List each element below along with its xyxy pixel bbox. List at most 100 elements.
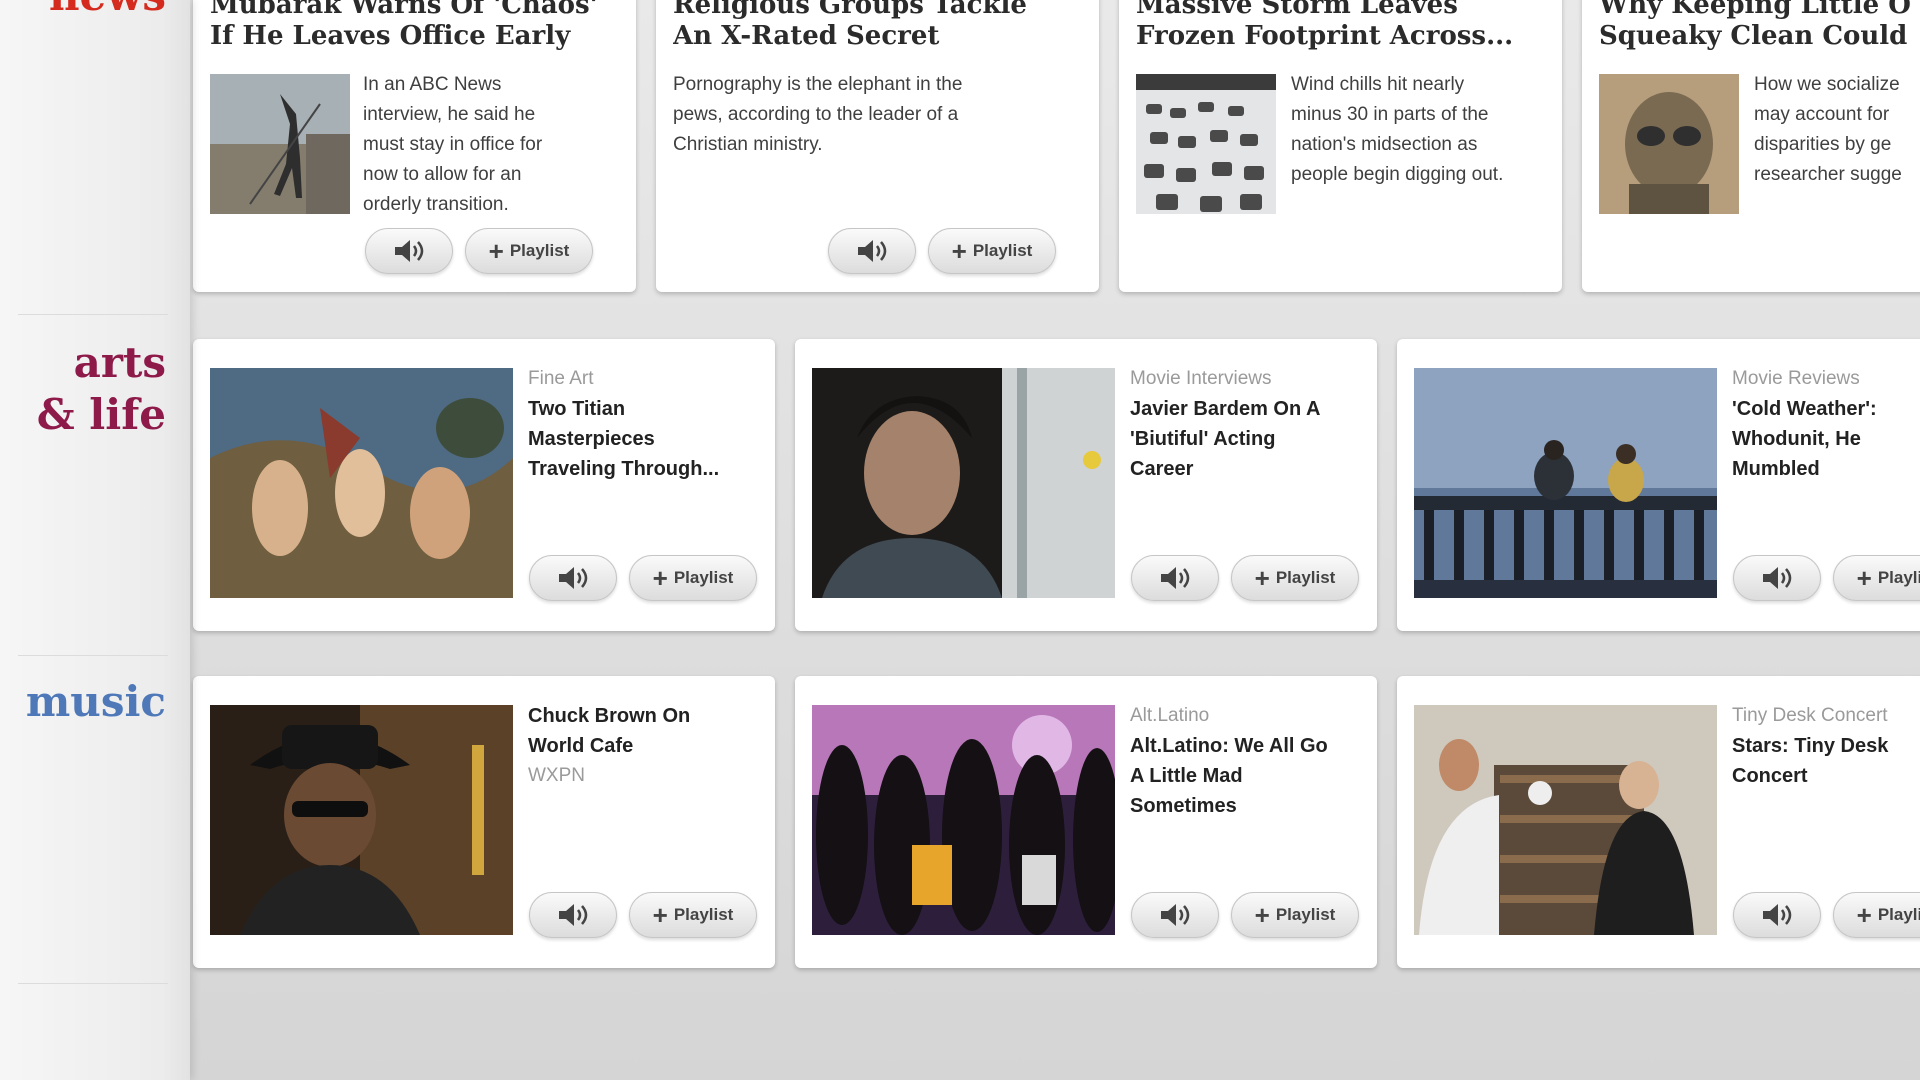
arts-story-card[interactable]: Movie Interviews Javier Bardem On A 'Biu…	[795, 339, 1377, 631]
teaser-line: now to allow for an	[363, 164, 522, 185]
section-link-arts-life[interactable]: arts & life	[37, 337, 166, 441]
story-category[interactable]: Alt.Latino	[1130, 701, 1369, 731]
playlist-label: Playlist	[509, 241, 570, 260]
story-title[interactable]: Alt.Latino: We All Go A Little Mad Somet…	[1130, 731, 1369, 821]
app-screen: news arts & life music Mubarak Warns Of …	[0, 0, 1920, 1080]
news-story-card[interactable]: Why Keeping Little O Squeaky Clean Could…	[1582, 0, 1920, 292]
add-to-playlist-button[interactable]: + Playlist	[465, 228, 593, 274]
teaser-line: researcher sugge	[1754, 164, 1902, 185]
title-line: Stars: Tiny Desk	[1732, 735, 1889, 757]
speaker-icon	[1161, 567, 1190, 589]
teaser-line: interview, he said he	[363, 104, 536, 125]
story-thumbnail[interactable]	[812, 705, 1115, 935]
playlist-label: Playlist	[673, 568, 734, 587]
news-story-card[interactable]: Massive Storm Leaves Frozen Footprint Ac…	[1119, 0, 1562, 292]
add-to-playlist-button[interactable]: + Playlist	[928, 228, 1056, 274]
add-to-playlist-button[interactable]: + Playlist	[1231, 892, 1359, 938]
speaker-icon	[858, 240, 887, 262]
story-category[interactable]: Tiny Desk Concert	[1732, 701, 1920, 731]
story-title[interactable]: Stars: Tiny Desk Concert	[1732, 731, 1920, 791]
plus-icon: +	[951, 236, 967, 266]
story-title[interactable]: Chuck Brown On World Cafe	[528, 701, 767, 761]
story-category[interactable]: Movie Reviews	[1732, 364, 1920, 394]
title-line: World Cafe	[528, 735, 634, 757]
music-story-card[interactable]: Alt.Latino Alt.Latino: We All Go A Littl…	[795, 676, 1377, 968]
speaker-icon	[1763, 904, 1792, 926]
story-teaser: Wind chills hit nearly minus 30 in parts…	[1291, 70, 1550, 190]
arts-story-card[interactable]: Fine Art Two Titian Masterpieces Traveli…	[193, 339, 775, 631]
teaser-line: Christian ministry.	[673, 134, 823, 155]
listen-button[interactable]	[1131, 555, 1219, 601]
title-line: Alt.Latino: We All Go	[1130, 735, 1328, 757]
listen-button[interactable]	[828, 228, 916, 274]
story-teaser: How we socialize may account for dispari…	[1754, 70, 1902, 190]
teaser-line: In an ABC News	[363, 74, 502, 95]
story-thumbnail[interactable]	[1414, 368, 1717, 598]
music-story-card[interactable]: Chuck Brown On World Cafe WXPN + Playlis…	[193, 676, 775, 968]
plus-icon: +	[1856, 563, 1872, 593]
title-line: A Little Mad	[1130, 765, 1243, 787]
add-to-playlist-button[interactable]: + Playlist	[1833, 555, 1920, 601]
speaker-icon	[395, 240, 424, 262]
story-title[interactable]: Javier Bardem On A 'Biutiful' Acting Car…	[1130, 394, 1369, 484]
story-thumbnail[interactable]	[1414, 705, 1717, 935]
news-story-card[interactable]: Mubarak Warns Of 'Chaos' If He Leaves Of…	[193, 0, 636, 292]
news-story-card[interactable]: Religious Groups Tackle An X-Rated Secre…	[656, 0, 1099, 292]
listen-button[interactable]	[1733, 892, 1821, 938]
story-source: WXPN	[528, 765, 585, 786]
title-line: Mumbled	[1732, 458, 1820, 480]
listen-button[interactable]	[1733, 555, 1821, 601]
title-line: Concert	[1732, 765, 1808, 787]
playlist-label: Playlist	[1877, 905, 1920, 924]
story-headline[interactable]: Massive Storm Leaves Frozen Footprint Ac…	[1136, 0, 1552, 52]
title-line: Traveling Through...	[528, 458, 720, 480]
playlist-label: Playlist	[1877, 568, 1920, 587]
story-headline[interactable]: Why Keeping Little O Squeaky Clean Could	[1599, 0, 1920, 52]
story-thumbnail[interactable]	[210, 705, 513, 935]
title-line: Career	[1130, 458, 1194, 480]
story-thumbnail[interactable]	[210, 368, 513, 598]
plus-icon: +	[652, 900, 668, 930]
story-thumbnail[interactable]	[1136, 74, 1276, 214]
teaser-line: orderly transition.	[363, 194, 509, 215]
story-meta: Chuck Brown On World Cafe WXPN	[528, 701, 767, 791]
arts-story-card[interactable]: Movie Reviews 'Cold Weather': Whodunit, …	[1397, 339, 1920, 631]
add-to-playlist-button[interactable]: + Playlist	[629, 555, 757, 601]
teaser-line: may account for	[1754, 104, 1890, 125]
teaser-line: Wind chills hit nearly	[1291, 74, 1465, 95]
add-to-playlist-button[interactable]: + Playlist	[1231, 555, 1359, 601]
story-category[interactable]: Movie Interviews	[1130, 364, 1369, 394]
add-to-playlist-button[interactable]: + Playlist	[629, 892, 757, 938]
teaser-line: minus 30 in parts of the	[1291, 104, 1489, 125]
teaser-line: Pornography is the elephant in the	[673, 74, 963, 95]
playlist-label: Playlist	[1275, 568, 1336, 587]
title-line: Sometimes	[1130, 795, 1237, 817]
section-link-news[interactable]: news	[49, 0, 166, 22]
title-line: Two Titian	[528, 398, 626, 420]
listen-button[interactable]	[1131, 892, 1219, 938]
story-title[interactable]: 'Cold Weather': Whodunit, He Mumbled	[1732, 394, 1920, 484]
section-link-music[interactable]: music	[26, 676, 166, 728]
story-headline[interactable]: Religious Groups Tackle An X-Rated Secre…	[673, 0, 1089, 52]
story-headline[interactable]: Mubarak Warns Of 'Chaos' If He Leaves Of…	[210, 0, 626, 52]
listen-button[interactable]	[365, 228, 453, 274]
listen-button[interactable]	[529, 892, 617, 938]
speaker-icon	[559, 567, 588, 589]
listen-button[interactable]	[529, 555, 617, 601]
music-story-card[interactable]: Tiny Desk Concert Stars: Tiny Desk Conce…	[1397, 676, 1920, 968]
story-thumbnail[interactable]	[210, 74, 350, 214]
headline-line: Religious Groups Tackle	[673, 0, 1027, 20]
section-label-line: & life	[36, 390, 166, 439]
story-category[interactable]: Fine Art	[528, 364, 767, 394]
add-to-playlist-button[interactable]: + Playlist	[1833, 892, 1920, 938]
speaker-icon	[1763, 567, 1792, 589]
story-thumbnail[interactable]	[812, 368, 1115, 598]
teaser-line: must stay in office for	[363, 134, 543, 155]
plus-icon: +	[1254, 563, 1270, 593]
story-thumbnail[interactable]	[1599, 74, 1739, 214]
plus-icon: +	[652, 563, 668, 593]
teaser-line: disparities by ge	[1754, 134, 1892, 155]
story-meta: Fine Art Two Titian Masterpieces Traveli…	[528, 364, 767, 484]
section-divider	[18, 314, 168, 315]
story-title[interactable]: Two Titian Masterpieces Traveling Throug…	[528, 394, 767, 484]
